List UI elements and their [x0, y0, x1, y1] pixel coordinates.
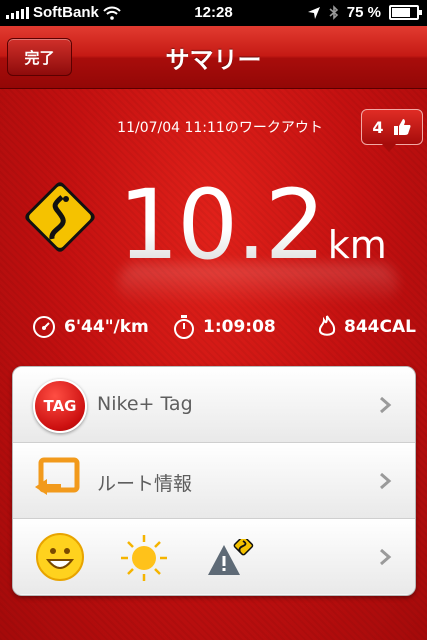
duration-stat: 1:09:08 — [173, 315, 276, 339]
status-right: 75 % — [307, 4, 422, 21]
smiley-face-icon — [36, 533, 84, 581]
tag-icon: TAG — [33, 379, 87, 433]
route-info-row[interactable]: ルート情報 — [13, 443, 415, 519]
calories-stat: 844CAL — [318, 315, 416, 339]
route-share-icon — [35, 457, 80, 495]
page-title: サマリー — [165, 46, 262, 74]
status-bar: SoftBank 12:28 75 % — [0, 0, 427, 26]
nike-tag-row[interactable]: TAG Nike+ Tag — [13, 367, 415, 443]
route-info-label: ルート情報 — [97, 473, 193, 495]
terrain-warning-icon — [208, 539, 254, 575]
distance-value: 10.2 — [118, 169, 326, 281]
distance-unit: km — [327, 223, 387, 267]
thumbs-up-icon — [393, 119, 411, 135]
bluetooth-icon — [329, 5, 338, 20]
speedometer-icon — [33, 316, 55, 338]
location-icon — [307, 6, 320, 19]
pace-value: 6'44"/km — [64, 317, 149, 337]
flame-icon — [318, 315, 336, 336]
battery-percent: 75 % — [346, 4, 381, 21]
chevron-right-icon — [380, 472, 392, 490]
distance-display: 10.2 km — [118, 177, 387, 273]
calories-value: 844CAL — [344, 317, 416, 337]
battery-icon — [389, 5, 422, 20]
summary-content: 11/07/04 11:11のワークアウト 4 10.2 km 6'44"/km — [0, 89, 427, 640]
details-card: TAG Nike+ Tag ルート情報 — [12, 366, 416, 596]
conditions-row[interactable] — [13, 519, 415, 594]
sun-icon — [121, 535, 167, 581]
chevron-right-icon — [380, 548, 392, 566]
tag-icon-label: TAG — [43, 397, 77, 415]
kudos-count: 4 — [372, 117, 384, 137]
nike-tag-label: Nike+ Tag — [97, 393, 193, 415]
duration-value: 1:09:08 — [203, 317, 276, 337]
kudos-button[interactable]: 4 — [361, 109, 423, 152]
winding-road-sign-icon — [25, 182, 95, 252]
pace-stat: 6'44"/km — [32, 315, 149, 339]
stopwatch-icon — [174, 315, 194, 339]
chevron-right-icon — [380, 396, 392, 414]
nav-bar: 完了 サマリー — [0, 26, 427, 89]
stats-row: 6'44"/km 1:09:08 844CAL — [0, 315, 427, 341]
